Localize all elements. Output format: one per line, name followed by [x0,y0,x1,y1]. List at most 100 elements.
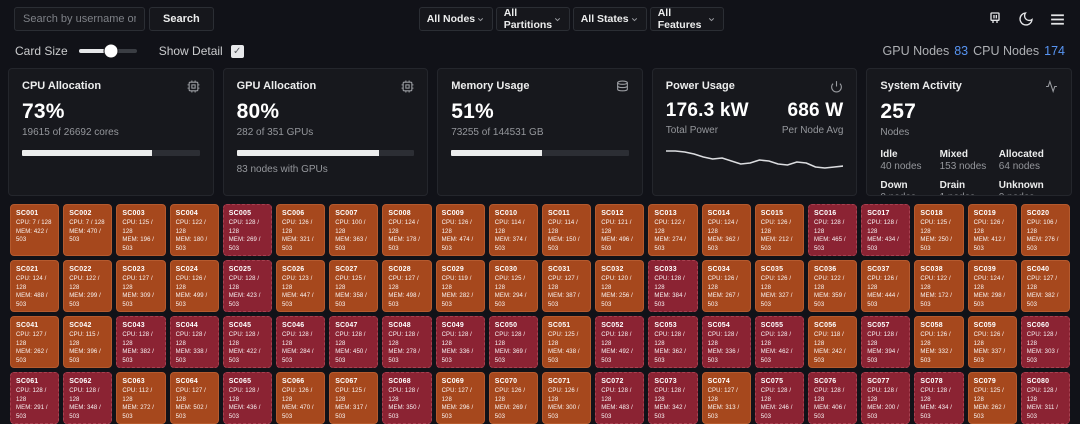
node-card[interactable]: SC055 CPU: 128 / 128 MEM: 462 / 503 [754,316,804,368]
node-card[interactable]: SC023 CPU: 127 / 128 MEM: 309 / 503 [116,260,166,312]
node-card[interactable]: SC080 CPU: 128 / 128 MEM: 311 / 503 [1020,372,1070,424]
node-card[interactable]: SC022 CPU: 122 / 128 MEM: 299 / 503 [63,260,113,312]
node-card[interactable]: SC025 CPU: 128 / 128 MEM: 423 / 503 [222,260,272,312]
states-filter-dropdown[interactable]: All States [572,7,647,31]
node-card[interactable]: SC026 CPU: 123 / 128 MEM: 447 / 503 [276,260,326,312]
node-card[interactable]: SC020 CPU: 106 / 128 MEM: 276 / 503 [1020,204,1070,256]
node-card[interactable]: SC065 CPU: 128 / 128 MEM: 436 / 503 [222,372,272,424]
node-card[interactable]: SC053 CPU: 128 / 128 MEM: 362 / 503 [648,316,698,368]
node-card[interactable]: SC070 CPU: 126 / 128 MEM: 269 / 503 [488,372,538,424]
node-card[interactable]: SC073 CPU: 128 / 128 MEM: 342 / 503 [648,372,698,424]
node-card[interactable]: SC013 CPU: 122 / 128 MEM: 274 / 503 [648,204,698,256]
node-card[interactable]: SC033 CPU: 128 / 128 MEM: 384 / 503 [648,260,698,312]
card-size-slider[interactable] [78,44,137,58]
search-input[interactable] [14,7,145,31]
node-card[interactable]: SC024 CPU: 126 / 128 MEM: 499 / 503 [169,260,219,312]
states-filter-label: All States [580,13,629,25]
hamburger-menu-icon[interactable] [1049,11,1066,28]
node-card[interactable]: SC046 CPU: 128 / 128 MEM: 284 / 503 [276,316,326,368]
node-card[interactable]: SC042 CPU: 115 / 128 MEM: 396 / 503 [63,316,113,368]
node-card[interactable]: SC069 CPU: 127 / 128 MEM: 296 / 503 [435,372,485,424]
node-card[interactable]: SC039 CPU: 124 / 128 MEM: 298 / 503 [967,260,1017,312]
node-card[interactable]: SC005 CPU: 128 / 128 MEM: 269 / 503 [222,204,272,256]
node-card[interactable]: SC050 CPU: 128 / 128 MEM: 369 / 503 [488,316,538,368]
node-card[interactable]: SC058 CPU: 126 / 128 MEM: 332 / 503 [914,316,964,368]
node-card[interactable]: SC015 CPU: 126 / 128 MEM: 212 / 503 [754,204,804,256]
features-filter-dropdown[interactable]: All Features [649,7,724,31]
node-card[interactable]: SC008 CPU: 124 / 128 MEM: 178 / 503 [382,204,432,256]
node-card[interactable]: SC017 CPU: 128 / 128 MEM: 434 / 503 [861,204,911,256]
node-card[interactable]: SC029 CPU: 119 / 128 MEM: 282 / 503 [435,260,485,312]
node-card[interactable]: SC067 CPU: 125 / 128 MEM: 317 / 503 [329,372,379,424]
node-card[interactable]: SC054 CPU: 128 / 128 MEM: 336 / 503 [701,316,751,368]
node-card[interactable]: SC021 CPU: 124 / 128 MEM: 488 / 503 [10,260,60,312]
node-card[interactable]: SC061 CPU: 128 / 128 MEM: 291 / 503 [10,372,60,424]
node-card[interactable]: SC019 CPU: 126 / 128 MEM: 412 / 503 [967,204,1017,256]
node-card[interactable]: SC060 CPU: 128 / 128 MEM: 303 / 503 [1020,316,1070,368]
node-card[interactable]: SC078 CPU: 128 / 128 MEM: 434 / 503 [914,372,964,424]
node-card[interactable]: SC006 CPU: 126 / 128 MEM: 321 / 503 [276,204,326,256]
node-card[interactable]: SC048 CPU: 128 / 128 MEM: 278 / 503 [382,316,432,368]
node-card[interactable]: SC031 CPU: 127 / 128 MEM: 387 / 503 [542,260,592,312]
node-card[interactable]: SC074 CPU: 127 / 128 MEM: 313 / 503 [701,372,751,424]
node-card[interactable]: SC077 CPU: 128 / 128 MEM: 200 / 503 [861,372,911,424]
node-card[interactable]: SC071 CPU: 126 / 128 MEM: 300 / 503 [542,372,592,424]
node-card[interactable]: SC056 CPU: 118 / 128 MEM: 242 / 503 [808,316,858,368]
node-card[interactable]: SC076 CPU: 128 / 128 MEM: 406 / 503 [808,372,858,424]
node-card[interactable]: SC014 CPU: 124 / 128 MEM: 362 / 503 [701,204,751,256]
node-card[interactable]: SC011 CPU: 114 / 128 MEM: 150 / 503 [542,204,592,256]
total-power-label: Total Power [665,125,719,136]
node-card[interactable]: SC066 CPU: 126 / 128 MEM: 470 / 503 [276,372,326,424]
node-card[interactable]: SC041 CPU: 127 / 128 MEM: 262 / 503 [10,316,60,368]
nodes-filter-dropdown[interactable]: All Nodes [418,7,493,31]
node-card[interactable]: SC072 CPU: 128 / 128 MEM: 483 / 503 [595,372,645,424]
node-card[interactable]: SC044 CPU: 128 / 128 MEM: 338 / 503 [169,316,219,368]
node-card[interactable]: SC045 CPU: 128 / 128 MEM: 422 / 503 [222,316,272,368]
node-card[interactable]: SC064 CPU: 127 / 128 MEM: 502 / 503 [169,372,219,424]
node-card[interactable]: SC068 CPU: 128 / 128 MEM: 350 / 503 [382,372,432,424]
node-card[interactable]: SC062 CPU: 128 / 128 MEM: 348 / 503 [63,372,113,424]
node-card[interactable]: SC043 CPU: 128 / 128 MEM: 382 / 503 [116,316,166,368]
node-card[interactable]: SC038 CPU: 122 / 128 MEM: 172 / 503 [914,260,964,312]
node-card[interactable]: SC057 CPU: 128 / 128 MEM: 394 / 503 [861,316,911,368]
node-card[interactable]: SC030 CPU: 125 / 128 MEM: 294 / 503 [488,260,538,312]
partitions-filter-dropdown[interactable]: All Partitions [495,7,570,31]
node-name: SC005 [228,210,252,217]
node-card[interactable]: SC051 CPU: 125 / 128 MEM: 438 / 503 [542,316,592,368]
node-card[interactable]: SC004 CPU: 122 / 128 MEM: 180 / 503 [169,204,219,256]
node-cpu-usage: CPU: 125 / 128 [548,332,579,347]
node-card[interactable]: SC007 CPU: 100 / 128 MEM: 363 / 503 [329,204,379,256]
node-card[interactable]: SC018 CPU: 125 / 128 MEM: 250 / 503 [914,204,964,256]
node-card[interactable]: SC063 CPU: 112 / 128 MEM: 272 / 503 [116,372,166,424]
node-card[interactable]: SC001 CPU: 7 / 128 MEM: 422 / 503 [10,204,60,256]
node-card[interactable]: SC075 CPU: 128 / 128 MEM: 246 / 503 [754,372,804,424]
node-card[interactable]: SC016 CPU: 128 / 128 MEM: 465 / 503 [808,204,858,256]
node-card[interactable]: SC027 CPU: 125 / 128 MEM: 358 / 503 [329,260,379,312]
node-cpu-usage: CPU: 124 / 128 [388,220,419,235]
node-card[interactable]: SC009 CPU: 126 / 128 MEM: 474 / 503 [435,204,485,256]
gpu-icon[interactable] [987,11,1003,27]
node-card[interactable]: SC003 CPU: 125 / 128 MEM: 196 / 503 [116,204,166,256]
node-card[interactable]: SC032 CPU: 120 / 128 MEM: 256 / 503 [595,260,645,312]
node-card[interactable]: SC040 CPU: 127 / 128 MEM: 382 / 503 [1020,260,1070,312]
memory-usage-detail: 73255 of 144531 GB [451,127,544,138]
node-card[interactable]: SC002 CPU: 7 / 128 MEM: 470 / 503 [63,204,113,256]
node-card[interactable]: SC052 CPU: 128 / 128 MEM: 492 / 503 [595,316,645,368]
node-mem-usage: MEM: 362 / 503 [707,237,740,253]
show-detail-checkbox[interactable]: ✓ [230,44,244,58]
node-card[interactable]: SC028 CPU: 127 / 128 MEM: 498 / 503 [382,260,432,312]
node-card[interactable]: SC037 CPU: 126 / 128 MEM: 444 / 503 [861,260,911,312]
node-card[interactable]: SC079 CPU: 125 / 128 MEM: 262 / 503 [967,372,1017,424]
slider-thumb[interactable] [104,44,118,58]
search-button[interactable]: Search [149,7,214,31]
node-card[interactable]: SC049 CPU: 128 / 128 MEM: 336 / 503 [435,316,485,368]
node-card[interactable]: SC036 CPU: 122 / 128 MEM: 359 / 503 [808,260,858,312]
node-card[interactable]: SC047 CPU: 128 / 128 MEM: 450 / 503 [329,316,379,368]
node-card[interactable]: SC012 CPU: 121 / 128 MEM: 496 / 503 [595,204,645,256]
node-card[interactable]: SC010 CPU: 114 / 128 MEM: 374 / 503 [488,204,538,256]
node-card[interactable]: SC034 CPU: 126 / 128 MEM: 267 / 503 [701,260,751,312]
node-card[interactable]: SC035 CPU: 126 / 128 MEM: 327 / 503 [754,260,804,312]
node-card[interactable]: SC059 CPU: 126 / 128 MEM: 337 / 503 [967,316,1017,368]
dark-mode-moon-icon[interactable] [1018,11,1034,27]
node-cpu-usage: CPU: 127 / 128 [441,388,472,403]
